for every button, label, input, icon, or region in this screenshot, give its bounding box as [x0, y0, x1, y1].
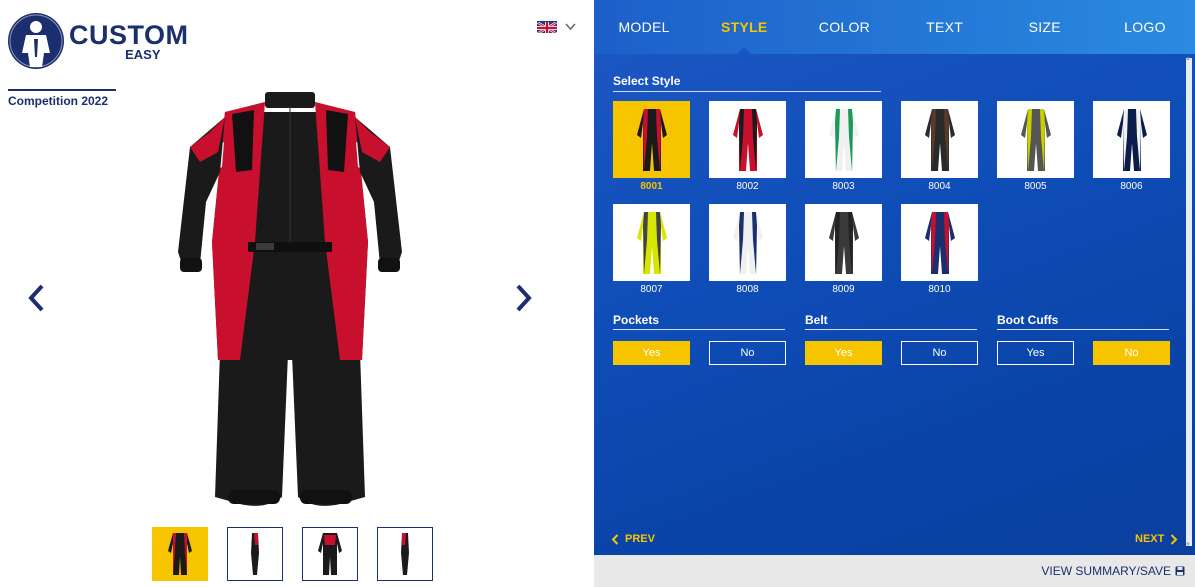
tab-logo[interactable]: LOGO [1095, 0, 1195, 54]
style-option-8009[interactable]: 8009 [805, 204, 882, 295]
model-name: Competition 2022 [8, 94, 109, 108]
boot-cuffs-no-button[interactable]: No [1093, 341, 1170, 365]
style-thumbnail [997, 101, 1074, 178]
style-option-8010[interactable]: 8010 [901, 204, 978, 295]
style-code-label: 8004 [928, 181, 951, 192]
style-thumbnail [901, 101, 978, 178]
model-divider [8, 89, 116, 91]
style-thumbnail [709, 101, 786, 178]
style-thumbnail [1093, 101, 1170, 178]
logo-line1: CUSTOM [69, 19, 189, 50]
style-content: Select Style 8001 8002 8003 8004 8005 8006 800… [594, 54, 1195, 554]
style-option-8004[interactable]: 8004 [901, 101, 978, 192]
suit-preview-image [170, 92, 410, 512]
pockets-no-button[interactable]: No [709, 341, 786, 365]
view-summary-save-button[interactable]: VIEW SUMMARY/SAVE [1041, 564, 1185, 578]
style-code-label: 8006 [1120, 181, 1143, 192]
thumbnail-side-right[interactable] [377, 527, 433, 581]
uk-flag-icon [537, 21, 557, 33]
chevron-right-icon [1171, 533, 1178, 545]
tab-text[interactable]: TEXT [895, 0, 995, 54]
option-rule-pockets [613, 329, 785, 330]
boot-cuffs-yes-button[interactable]: Yes [997, 341, 1074, 365]
logo-wordmark: CUSTOM EASY [69, 19, 189, 61]
preview-panel: CUSTOM EASY Competition 2022 [0, 0, 594, 587]
prev-label: PREV [625, 533, 655, 545]
style-option-8001[interactable]: 8001 [613, 101, 690, 192]
next-label: NEXT [1135, 533, 1165, 545]
save-icon [1175, 566, 1185, 576]
config-tabs: MODEL STYLE COLOR TEXT SIZE LOGO [594, 0, 1195, 54]
style-code-label: 8002 [736, 181, 759, 192]
style-thumbnail [613, 101, 690, 178]
style-option-8006[interactable]: 8006 [1093, 101, 1170, 192]
style-code-label: 8003 [832, 181, 855, 192]
select-style-title: Select Style [613, 74, 681, 88]
option-title-pockets: Pockets [613, 313, 660, 327]
language-selector[interactable] [537, 20, 576, 34]
config-panel: MODEL STYLE COLOR TEXT SIZE LOGO Select … [594, 0, 1195, 587]
belt-yes-button[interactable]: Yes [805, 341, 882, 365]
tab-size[interactable]: SIZE [995, 0, 1095, 54]
style-option-8003[interactable]: 8003 [805, 101, 882, 192]
configurator-page: CUSTOM EASY Competition 2022 MODEL STYLE… [0, 0, 1195, 587]
belt-no-button[interactable]: No [901, 341, 978, 365]
brand-logo[interactable]: CUSTOM EASY [8, 13, 189, 69]
tab-model[interactable]: MODEL [594, 0, 694, 54]
previous-view-arrow[interactable] [22, 283, 52, 313]
style-code-label: 8009 [832, 284, 855, 295]
pockets-yes-button[interactable]: Yes [613, 341, 690, 365]
style-code-label: 8008 [736, 284, 759, 295]
option-rule-belt [805, 329, 977, 330]
style-thumbnail [709, 204, 786, 281]
option-title-boot-cuffs: Boot Cuffs [997, 313, 1059, 327]
style-code-label: 8010 [928, 284, 951, 295]
option-rule-boot-cuffs [997, 329, 1169, 330]
option-title-belt: Belt [805, 313, 828, 327]
logo-badge-icon [8, 13, 64, 69]
chevron-down-icon [565, 20, 576, 34]
thumbnail-side-left[interactable] [227, 527, 283, 581]
chevron-left-icon [611, 533, 619, 545]
style-option-8002[interactable]: 8002 [709, 101, 786, 192]
style-thumbnail [805, 101, 882, 178]
next-view-arrow[interactable] [508, 283, 538, 313]
style-code-label: 8005 [1024, 181, 1047, 192]
thumbnail-back[interactable] [302, 527, 358, 581]
summary-bar: VIEW SUMMARY/SAVE [594, 555, 1195, 587]
thumbnail-front[interactable] [152, 527, 208, 581]
panel-scrollbar[interactable] [1185, 56, 1192, 548]
style-option-8008[interactable]: 8008 [709, 204, 786, 295]
prev-button[interactable]: PREV [611, 533, 655, 545]
select-style-rule [613, 91, 881, 92]
tab-color[interactable]: COLOR [794, 0, 894, 54]
style-thumbnail [901, 204, 978, 281]
tab-style[interactable]: STYLE [694, 0, 794, 54]
style-option-8007[interactable]: 8007 [613, 204, 690, 295]
style-code-label: 8007 [640, 284, 663, 295]
style-code-label: 8001 [640, 181, 663, 192]
style-thumbnail [805, 204, 882, 281]
next-button[interactable]: NEXT [1135, 533, 1178, 545]
summary-label: VIEW SUMMARY/SAVE [1041, 564, 1171, 578]
style-option-8005[interactable]: 8005 [997, 101, 1074, 192]
view-thumbnails [152, 527, 433, 581]
style-thumbnail [613, 204, 690, 281]
